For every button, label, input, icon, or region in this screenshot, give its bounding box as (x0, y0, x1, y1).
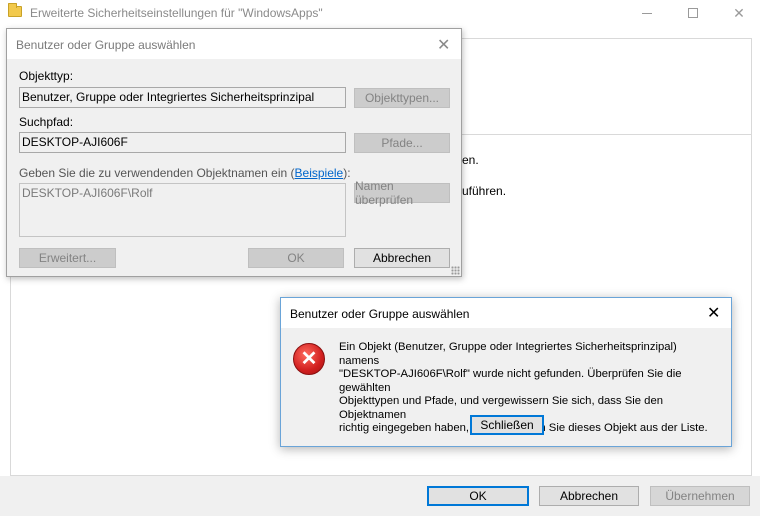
select-dialog-title: Benutzer oder Gruppe auswählen (16, 38, 196, 52)
maximize-icon (688, 8, 698, 18)
error-dialog-title: Benutzer oder Gruppe auswählen (290, 307, 470, 321)
folder-icon (8, 3, 22, 17)
object-names-input[interactable]: DESKTOP-AJI606F\Rolf (19, 183, 346, 237)
maximize-button[interactable] (670, 0, 716, 26)
select-user-dialog: Benutzer oder Gruppe auswählen ✕ Objektt… (6, 28, 462, 277)
check-names-button[interactable]: Namen überprüfen (354, 179, 450, 207)
error-message-line: "DESKTOP-AJI606F\Rolf" wurde nicht gefun… (339, 368, 682, 394)
main-window-title: Erweiterte Sicherheitseinstellungen für … (30, 6, 323, 20)
main-text-fragment: en. (462, 153, 479, 167)
main-titlebar: Erweiterte Sicherheitseinstellungen für … (0, 0, 760, 26)
close-icon[interactable]: ✕ (437, 35, 450, 55)
error-message-line: Ein Objekt (Benutzer, Gruppe oder Integr… (339, 341, 677, 367)
error-dialog-titlebar: Benutzer oder Gruppe auswählen ✕ (281, 298, 731, 328)
advanced-button[interactable]: Erweitert... (19, 248, 116, 268)
minimize-icon (642, 12, 652, 14)
close-icon[interactable]: ✕ (707, 303, 720, 323)
close-button[interactable]: Schließen (470, 415, 544, 435)
error-dialog: Benutzer oder Gruppe auswählen ✕ ✕ Ein O… (280, 297, 732, 447)
select-cancel-button[interactable]: Abbrechen (354, 248, 450, 268)
resize-grip[interactable] (451, 266, 460, 275)
main-close-button[interactable]: ✕ (716, 0, 760, 26)
divider (458, 134, 752, 135)
object-names-label-prefix: Geben Sie die zu verwendenden Objektname… (19, 166, 295, 180)
object-type-label: Objekttyp: (19, 69, 74, 83)
main-apply-button[interactable]: Übernehmen (650, 486, 750, 506)
object-names-label-suffix: ): (343, 166, 351, 180)
object-types-button[interactable]: Objekttypen... (354, 88, 450, 108)
close-icon: ✕ (733, 4, 745, 21)
select-ok-button[interactable]: OK (248, 248, 344, 268)
minimize-button[interactable] (624, 0, 670, 26)
main-ok-button[interactable]: OK (427, 486, 529, 506)
location-label: Suchpfad: (19, 115, 74, 129)
main-button-bar: OK Abbrechen Übernehmen (0, 476, 760, 516)
main-cancel-button[interactable]: Abbrechen (539, 486, 639, 506)
error-icon: ✕ (293, 343, 325, 375)
select-dialog-titlebar: Benutzer oder Gruppe auswählen ✕ (7, 29, 461, 59)
location-field: DESKTOP-AJI606F (19, 132, 346, 153)
object-type-field: Benutzer, Gruppe oder Integriertes Siche… (19, 87, 346, 108)
main-text-fragment: uführen. (462, 184, 507, 198)
object-names-label: Geben Sie die zu verwendenden Objektname… (19, 166, 351, 180)
examples-link[interactable]: Beispiele (295, 166, 344, 180)
locations-button[interactable]: Pfade... (354, 133, 450, 153)
